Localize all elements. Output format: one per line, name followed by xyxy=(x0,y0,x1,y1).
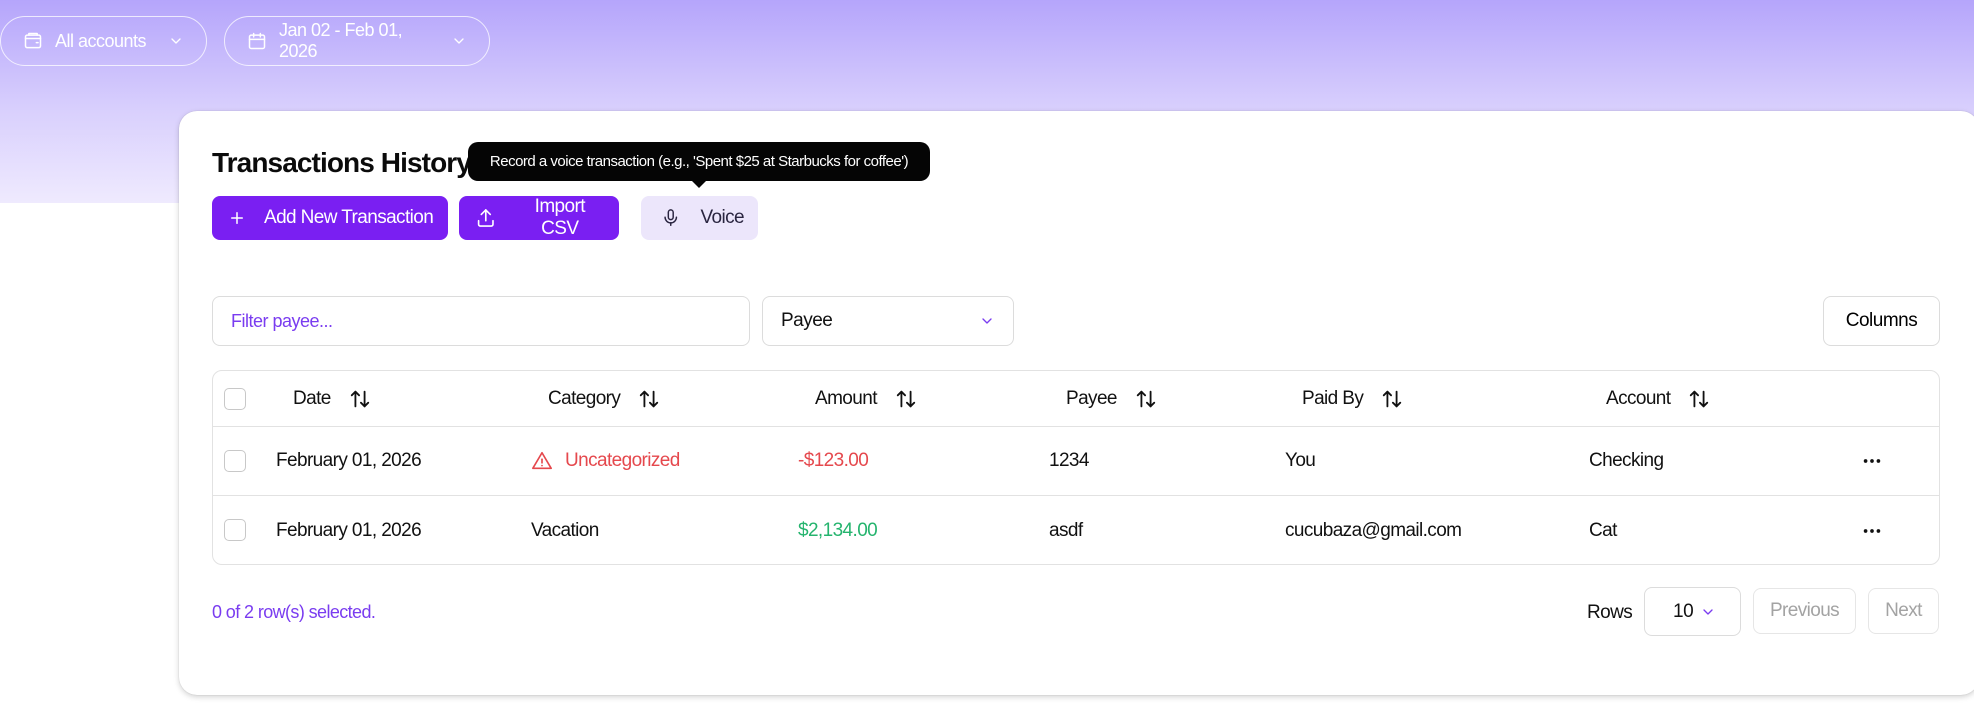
rows-per-page-label: Rows xyxy=(1587,602,1633,623)
add-transaction-label: Add New Transaction xyxy=(264,207,434,228)
cell-account: Cat xyxy=(1589,519,1617,541)
transactions-card: Transactions History Add New Transaction… xyxy=(179,111,1974,695)
column-header-label: Category xyxy=(548,387,621,409)
calendar-icon xyxy=(248,32,266,50)
cell-amount: -$123.00 xyxy=(798,450,869,471)
filter-column-value: Payee xyxy=(781,310,833,331)
chevron-down-icon xyxy=(454,38,464,44)
table-row[interactable]: February 01, 2026 Uncategorized -$123.00… xyxy=(213,427,1939,496)
column-header-label: Account xyxy=(1606,387,1671,409)
date-range-label: Jan 02 - Feb 01, 2026 xyxy=(279,20,403,61)
cell-date: February 01, 2026 xyxy=(276,450,422,471)
cell-payee: 1234 xyxy=(1049,450,1089,471)
cell-category: Vacation xyxy=(531,519,599,541)
wallet-icon xyxy=(24,32,42,49)
column-header-label: Payee xyxy=(1066,387,1117,409)
select-all-checkbox[interactable] xyxy=(224,388,246,410)
sort-arrows-icon xyxy=(1690,390,1709,407)
column-header-account[interactable]: Account xyxy=(1606,371,1710,426)
columns-button[interactable]: Columns xyxy=(1823,296,1940,346)
filter-column-select[interactable]: Payee xyxy=(762,296,1014,346)
column-header-paid-by[interactable]: Paid By xyxy=(1302,371,1403,426)
table-row[interactable]: February 01, 2026 Vacation $2,134.00 asd… xyxy=(213,496,1939,564)
cell-paid-by: cucubaza@gmail.com xyxy=(1285,519,1462,541)
selection-status: 0 of 2 row(s) selected. xyxy=(212,602,376,622)
rows-per-page-select[interactable]: 10 xyxy=(1644,587,1741,636)
row-checkbox[interactable] xyxy=(224,450,246,472)
column-header-date[interactable]: Date xyxy=(293,371,371,426)
more-horizontal-icon xyxy=(1863,528,1881,533)
category-label: Uncategorized xyxy=(565,450,680,471)
rows-per-page-value: 10 xyxy=(1673,600,1694,622)
warning-icon xyxy=(532,451,552,470)
column-header-payee[interactable]: Payee xyxy=(1066,371,1157,426)
cell-payee: asdf xyxy=(1049,519,1083,541)
column-header-amount[interactable]: Amount xyxy=(815,371,917,426)
chevron-down-icon xyxy=(982,318,992,324)
column-header-label: Date xyxy=(293,387,331,409)
add-transaction-button[interactable]: Add New Transaction xyxy=(212,196,448,240)
cell-category: Uncategorized xyxy=(531,427,680,495)
voice-label: Voice xyxy=(700,207,745,228)
sort-arrows-icon xyxy=(1136,390,1156,407)
import-csv-button[interactable]: Import CSV xyxy=(459,196,619,240)
cell-amount: $2,134.00 xyxy=(798,519,878,541)
plus-icon xyxy=(231,212,243,224)
row-checkbox[interactable] xyxy=(224,519,246,541)
next-page-button[interactable]: Next xyxy=(1868,588,1939,634)
cell-account: Checking xyxy=(1589,450,1664,471)
page-title: Transactions History xyxy=(212,147,472,178)
row-actions-button[interactable] xyxy=(1861,427,1883,495)
row-actions-button[interactable] xyxy=(1861,496,1883,564)
filter-payee-input[interactable] xyxy=(212,296,750,346)
column-header-category[interactable]: Category xyxy=(548,371,660,426)
more-horizontal-icon xyxy=(1863,459,1881,463)
chevron-down-icon xyxy=(171,38,181,44)
accounts-selector[interactable]: All accounts xyxy=(0,16,207,66)
voice-tooltip: Record a voice transaction (e.g., 'Spent… xyxy=(468,142,930,188)
sort-arrows-icon xyxy=(1383,390,1402,407)
column-header-label: Amount xyxy=(815,387,877,409)
table-header-row: Date Category Amount Payee Paid By Accou… xyxy=(213,371,1939,427)
import-csv-label: Import CSV xyxy=(534,196,586,239)
chevron-down-icon xyxy=(1703,608,1713,615)
date-range-selector[interactable]: Jan 02 - Feb 01, 2026 xyxy=(224,16,490,66)
upload-icon xyxy=(477,209,494,227)
sort-arrows-icon xyxy=(350,390,369,407)
previous-page-button[interactable]: Previous xyxy=(1753,588,1856,634)
cell-paid-by: You xyxy=(1285,450,1316,471)
column-header-label: Paid By xyxy=(1302,387,1364,409)
transactions-table: Date Category Amount Payee Paid By Accou… xyxy=(212,370,1940,565)
accounts-selector-label: All accounts xyxy=(55,30,147,51)
voice-button[interactable]: Voice xyxy=(641,196,758,240)
sort-arrows-icon xyxy=(896,390,916,407)
cell-date: February 01, 2026 xyxy=(276,519,422,541)
sort-arrows-icon xyxy=(640,390,659,407)
microphone-icon xyxy=(664,209,678,227)
